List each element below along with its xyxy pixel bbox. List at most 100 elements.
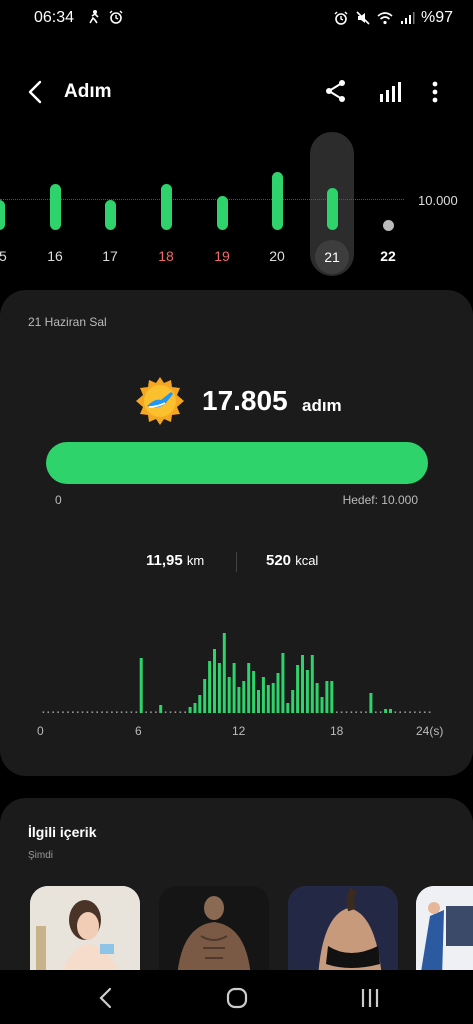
hourly-bar: [203, 679, 207, 713]
hourly-empty-dot: [72, 711, 74, 713]
daily-step-strip[interactable]: 10.000 15 16 17 18 19 20 21 22: [0, 130, 473, 280]
mute-icon: [356, 11, 370, 25]
hourly-empty-dot: [106, 711, 108, 713]
hourly-empty-dot: [423, 711, 426, 713]
hourly-empty-dot: [414, 711, 416, 713]
hourly-empty-dot: [184, 711, 186, 713]
day-label-17[interactable]: 17: [90, 248, 130, 264]
day-empty-dot-22[interactable]: [382, 220, 394, 231]
back-arrow-icon[interactable]: [22, 78, 50, 106]
hourly-bar: [286, 703, 290, 713]
calories-stat: 520 kcal: [266, 552, 318, 569]
wifi-icon: [377, 12, 393, 25]
day-bar-16[interactable]: [49, 183, 61, 230]
hourly-bar: [222, 633, 226, 713]
hourly-bar: [325, 681, 329, 713]
hourly-bar: [369, 693, 373, 713]
hourly-empty-dot: [394, 711, 397, 713]
hourly-empty-dot: [350, 711, 353, 713]
more-vert-icon[interactable]: [424, 78, 446, 106]
hourly-bar: [139, 658, 143, 713]
day-bar-19[interactable]: [216, 196, 228, 230]
steps-value: 17.805: [202, 385, 288, 416]
system-nav-bar: [0, 970, 473, 1024]
hourly-empty-dot: [409, 711, 411, 713]
woman-workout-photo[interactable]: [30, 886, 140, 978]
status-bar: 06:34 %97: [0, 0, 473, 36]
back-nav-icon[interactable]: [92, 984, 120, 1012]
calories-value: 520: [266, 552, 292, 569]
hourly-empty-dot: [130, 711, 133, 713]
distance-unit: km: [186, 553, 205, 568]
hour-tick-label: 24(s): [416, 724, 444, 738]
day-label-20[interactable]: 20: [257, 248, 297, 264]
app-bar: Adım: [0, 70, 473, 114]
hourly-empty-dot: [419, 711, 421, 713]
share-icon[interactable]: [323, 78, 349, 104]
hourly-empty-dot: [96, 711, 98, 713]
day-bar-21[interactable]: [326, 188, 338, 230]
hourly-empty-dot: [164, 711, 167, 713]
hourly-bar: [315, 683, 319, 713]
hourly-empty-dot: [62, 711, 64, 713]
hourly-bar: [242, 681, 246, 713]
progress-goal-label: Hedef: 10.000: [342, 493, 418, 507]
goal-achieved-badge-icon: [136, 377, 184, 425]
bar-chart-icon[interactable]: [376, 78, 404, 106]
hourly-bar: [301, 655, 304, 713]
daily-summary-card: 21 Haziran Sal 17.805 adım 0 Hedef: 10.0…: [0, 290, 473, 776]
distance-value: 11,95: [146, 552, 183, 569]
hourly-bar: [384, 709, 388, 713]
hourly-bar: [159, 705, 163, 713]
steps-unit: adım: [302, 396, 342, 415]
hourly-bar: [305, 670, 309, 713]
hourly-bar: [227, 677, 231, 713]
alarm-icon: [334, 11, 348, 25]
hourly-empty-dot: [111, 711, 113, 713]
day-label-21[interactable]: 21: [315, 240, 349, 274]
hourly-bar: [213, 649, 216, 713]
hourly-empty-dot: [360, 711, 362, 713]
day-label-18[interactable]: 18: [146, 248, 186, 264]
hourly-empty-dot: [404, 711, 406, 713]
hourly-empty-dot: [57, 711, 59, 713]
hourly-empty-dot: [150, 711, 152, 713]
hourly-bar: [232, 663, 236, 713]
hourly-bar: [257, 690, 260, 713]
day-label-15[interactable]: 15: [0, 248, 19, 264]
bodybuilder-photo[interactable]: [159, 886, 269, 978]
hourly-bar: [217, 663, 221, 713]
alarm-icon: [109, 10, 123, 24]
yoga-stretch-photo[interactable]: [416, 886, 473, 978]
day-label-16[interactable]: 16: [35, 248, 75, 264]
hourly-bar: [276, 673, 280, 713]
hourly-empty-dot: [179, 711, 182, 713]
hourly-bar: [198, 695, 202, 713]
hourly-bar: [271, 683, 275, 713]
goal-line: [0, 199, 404, 200]
hourly-empty-dot: [135, 711, 138, 713]
day-label-22[interactable]: 22: [368, 248, 408, 264]
hourly-empty-dot: [375, 711, 377, 713]
hour-tick-label: 18: [330, 724, 344, 738]
day-bar-20[interactable]: [271, 172, 283, 230]
battery-percent: %97: [420, 9, 453, 26]
home-nav-icon[interactable]: [223, 984, 251, 1012]
day-bar-18[interactable]: [160, 183, 172, 230]
hourly-empty-dot: [81, 711, 84, 713]
hourly-empty-dot: [145, 711, 147, 713]
hourly-bar: [291, 690, 295, 713]
hourly-bar: [266, 685, 270, 713]
hour-tick-label: 12: [232, 724, 246, 738]
signal-icon: [400, 12, 415, 24]
goal-progress-bar: [46, 442, 428, 484]
hourly-empty-dot: [169, 711, 172, 713]
day-label-19[interactable]: 19: [202, 248, 242, 264]
hourly-empty-dot: [42, 711, 45, 713]
day-bar-17[interactable]: [104, 199, 116, 230]
hourly-bar: [320, 697, 324, 713]
recents-nav-icon[interactable]: [356, 984, 384, 1012]
woman-back-photo[interactable]: [288, 886, 398, 978]
hour-tick-label: 0: [37, 724, 44, 738]
day-bar-15[interactable]: [0, 199, 5, 230]
